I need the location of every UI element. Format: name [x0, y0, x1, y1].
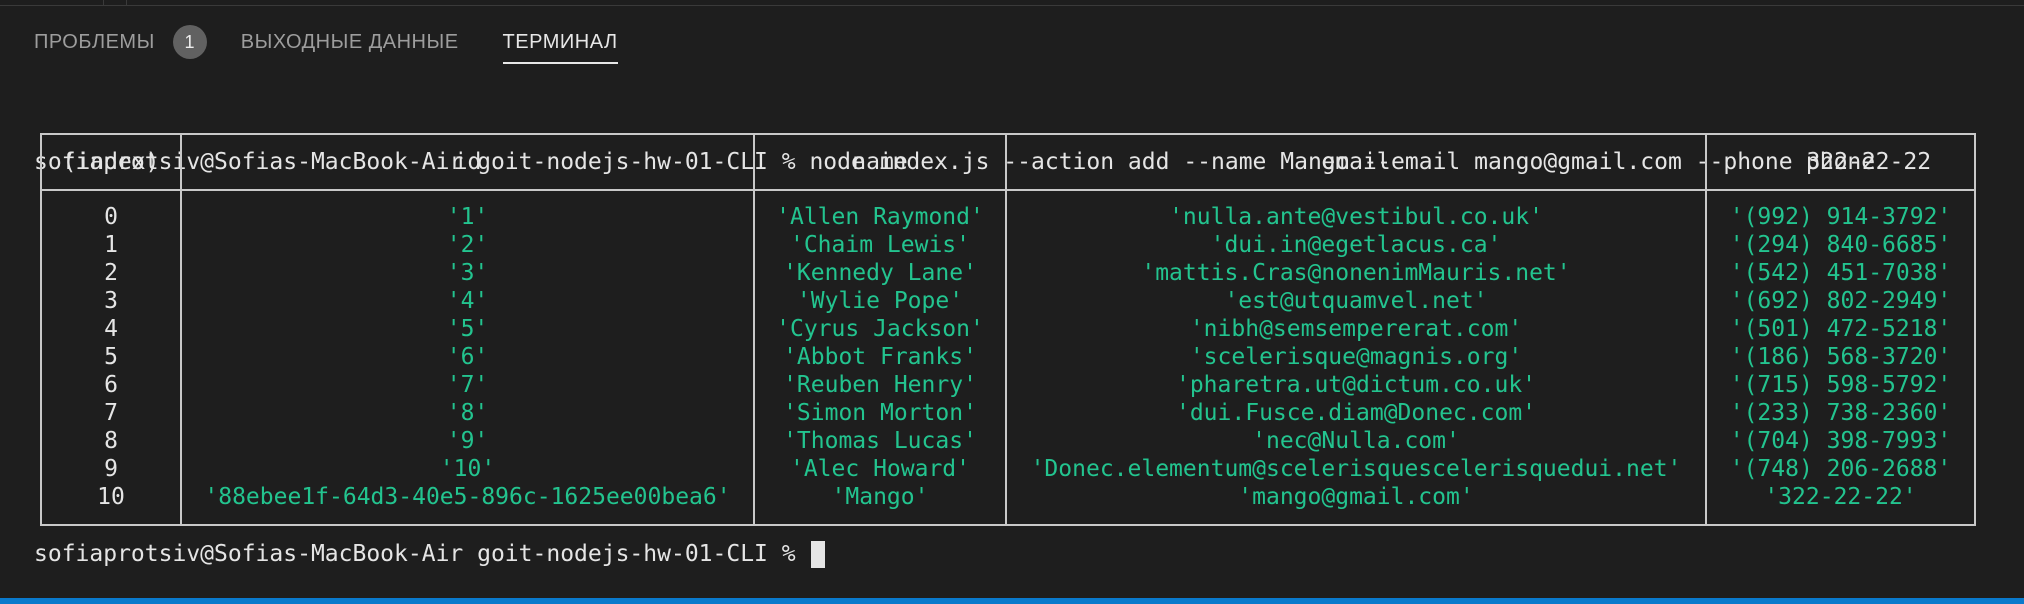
row-name: 'Allen Raymond' [776, 204, 984, 230]
status-bar [0, 598, 2024, 604]
row-phone: '(294) 840-6685' [1729, 232, 1952, 258]
row-phone: '(992) 914-3792' [1729, 204, 1952, 230]
row-index: 1 [104, 232, 118, 258]
row-email: 'mango@gmail.com' [1238, 484, 1474, 510]
row-name: 'Cyrus Jackson' [776, 316, 984, 342]
row-index: 10 [97, 484, 125, 510]
row-name: 'Mango' [831, 484, 929, 510]
row-email: 'mattis.Cras@nonenimMauris.net' [1141, 260, 1571, 286]
row-name: 'Alec Howard' [789, 456, 970, 482]
prompt-text: sofiaprotsiv@Sofias-MacBook-Air goit-nod… [34, 541, 810, 567]
row-name: 'Kennedy Lane' [783, 260, 977, 286]
row-phone: '(542) 451-7038' [1729, 260, 1952, 286]
row-id: '8' [446, 400, 489, 426]
row-index: 3 [104, 288, 118, 314]
index-column: 0 1 2 3 4 5 6 7 8 9 10 [40, 190, 182, 526]
row-index: 4 [104, 316, 118, 342]
row-index: 7 [104, 400, 118, 426]
row-index: 0 [104, 204, 118, 230]
row-id: '1' [446, 204, 489, 230]
tab-label: ВЫХОДНЫЕ ДАННЫЕ [240, 30, 459, 53]
row-id: '88ebee1f-64d3-40e5-896c-1625ee00bea6' [204, 484, 731, 510]
row-id: '9' [446, 428, 489, 454]
row-phone: '322-22-22' [1764, 484, 1917, 510]
row-index: 9 [104, 456, 118, 482]
row-name: 'Chaim Lewis' [789, 232, 970, 258]
tab-output[interactable]: ВЫХОДНЫЕ ДАННЫЕ [241, 20, 459, 64]
header-id: id [180, 133, 755, 191]
row-phone: '(501) 472-5218' [1729, 316, 1952, 342]
phone-column: '(992) 914-3792' '(294) 840-6685' '(542) 4… [1705, 190, 1976, 526]
text-cursor [811, 541, 826, 568]
row-id: '2' [446, 232, 489, 258]
row-name: 'Simon Morton' [783, 400, 977, 426]
header-index: (index) [40, 133, 182, 191]
divider [103, 0, 104, 5]
table-body-row: 0 1 2 3 4 5 6 7 8 9 10 '1' '2' '3' '4' '5' '6' '7' '8' '9'… [40, 190, 1976, 526]
row-phone: '(748) 206-2688' [1729, 456, 1952, 482]
console-table: (index) id name email phone 0 1 2 3 4 5 6 7 8 9 10… [40, 133, 1976, 526]
tab-terminal[interactable]: ТЕРМИНАЛ [502, 20, 618, 64]
tab-label: ТЕРМИНАЛ [502, 30, 618, 53]
panel-tabs: ПРОБЛЕМЫ 1 ВЫХОДНЫЕ ДАННЫЕ ТЕРМИНАЛ [34, 20, 662, 64]
terminal-prompt[interactable]: sofiaprotsiv@Sofias-MacBook-Air goit-nod… [34, 537, 826, 571]
row-phone: '(704) 398-7993' [1729, 428, 1952, 454]
email-column: 'nulla.ante@vestibul.co.uk''dui.in@egetl… [1005, 190, 1707, 526]
row-email: 'est@utquamvel.net' [1224, 288, 1488, 314]
header-phone: phone [1705, 133, 1976, 191]
header-email: email [1005, 133, 1707, 191]
row-phone: '(186) 568-3720' [1729, 344, 1952, 370]
divider [126, 0, 127, 5]
row-email: 'pharetra.ut@dictum.co.uk' [1175, 372, 1537, 398]
row-email: 'dui.Fusce.diam@Donec.com' [1175, 400, 1537, 426]
row-id: '7' [446, 372, 489, 398]
row-email: 'Donec.elementum@scelerisquescelerisqued… [1030, 456, 1682, 482]
row-id: '4' [446, 288, 489, 314]
row-phone: '(233) 738-2360' [1729, 400, 1952, 426]
row-index: 5 [104, 344, 118, 370]
tab-label: ПРОБЛЕМЫ [34, 30, 155, 53]
name-column: 'Allen Raymond' 'Chaim Lewis' 'Kennedy Lan… [753, 190, 1007, 526]
row-index: 2 [104, 260, 118, 286]
data-table: (index) id name email phone 0 1 2 3 4 5 6 7 8 9 10… [40, 133, 1976, 526]
row-id: '10' [439, 456, 496, 482]
panel-top-border [0, 0, 2024, 6]
row-email: 'scelerisque@magnis.org' [1189, 344, 1523, 370]
row-name: 'Abbot Franks' [783, 344, 977, 370]
row-phone: '(715) 598-5792' [1729, 372, 1952, 398]
row-id: '5' [446, 316, 489, 342]
row-index: 8 [104, 428, 118, 454]
header-name: name [753, 133, 1007, 191]
table-header-row: (index) id name email phone [40, 133, 1976, 191]
row-id: '3' [446, 260, 489, 286]
row-name: 'Thomas Lucas' [783, 428, 977, 454]
row-email: 'nec@Nulla.com' [1252, 428, 1460, 454]
row-id: '6' [446, 344, 489, 370]
row-index: 6 [104, 372, 118, 398]
row-name: 'Reuben Henry' [783, 372, 977, 398]
row-name: 'Wylie Pope' [796, 288, 964, 314]
row-email: 'nulla.ante@vestibul.co.uk' [1169, 204, 1543, 230]
row-email: 'nibh@semsempererat.com' [1189, 316, 1523, 342]
problems-count-badge: 1 [172, 25, 207, 59]
tab-problems[interactable]: ПРОБЛЕМЫ 1 [34, 20, 207, 64]
row-email: 'dui.in@egetlacus.ca' [1210, 232, 1502, 258]
id-column: '1' '2' '3' '4' '5' '6' '7' '8' '9' '10' '88ebee1f… [180, 190, 755, 526]
row-phone: '(692) 802-2949' [1729, 288, 1952, 314]
